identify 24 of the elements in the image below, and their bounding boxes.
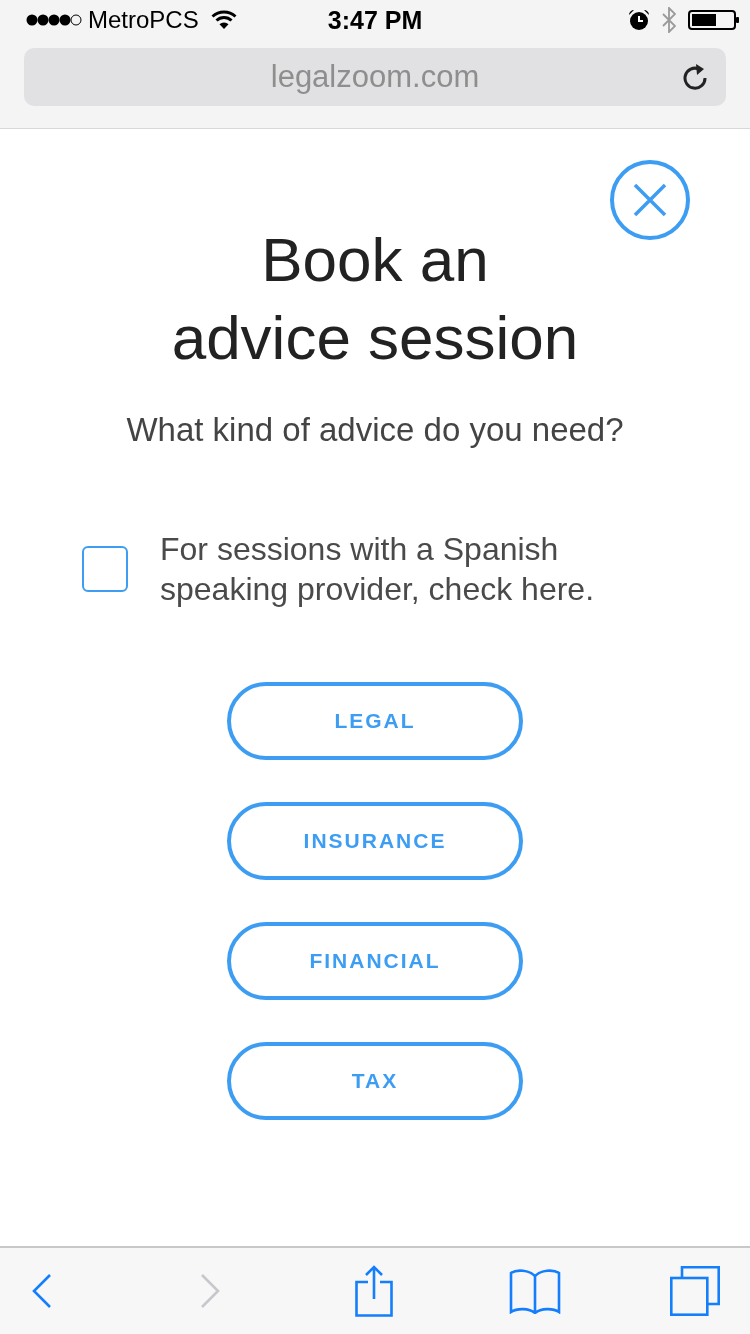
tabs-icon[interactable] [670,1266,720,1316]
close-button[interactable] [610,160,690,240]
carrier-name: MetroPCS [88,5,199,35]
category-button[interactable]: LEGAL [227,682,523,760]
close-icon [633,183,667,217]
status-time: 3:47 PM [327,5,423,35]
address-bar[interactable]: legalzoom.com [24,48,726,106]
category-button[interactable]: INSURANCE [227,802,523,880]
dialog-title: Book an advice session [170,224,580,374]
battery-icon [688,10,740,30]
book-icon[interactable] [509,1268,561,1314]
alarm-icon [628,9,650,31]
spanish-checkbox[interactable] [82,546,128,592]
advice-question: What kind of advice do you need? [126,410,624,450]
wifi-icon [210,10,237,30]
category-button[interactable]: FINANCIAL [227,922,523,1000]
spanish-option-label: For sessions with a Spanish speaking provider, check here. [160,530,596,609]
url-text: legalzoom.com [269,59,481,95]
category-button[interactable]: TAX [227,1042,523,1120]
back-icon[interactable] [32,1273,52,1309]
bluetooth-icon [662,7,676,33]
signal-strength-icon [26,14,82,26]
reload-icon[interactable] [683,63,709,91]
share-icon[interactable] [355,1265,393,1317]
